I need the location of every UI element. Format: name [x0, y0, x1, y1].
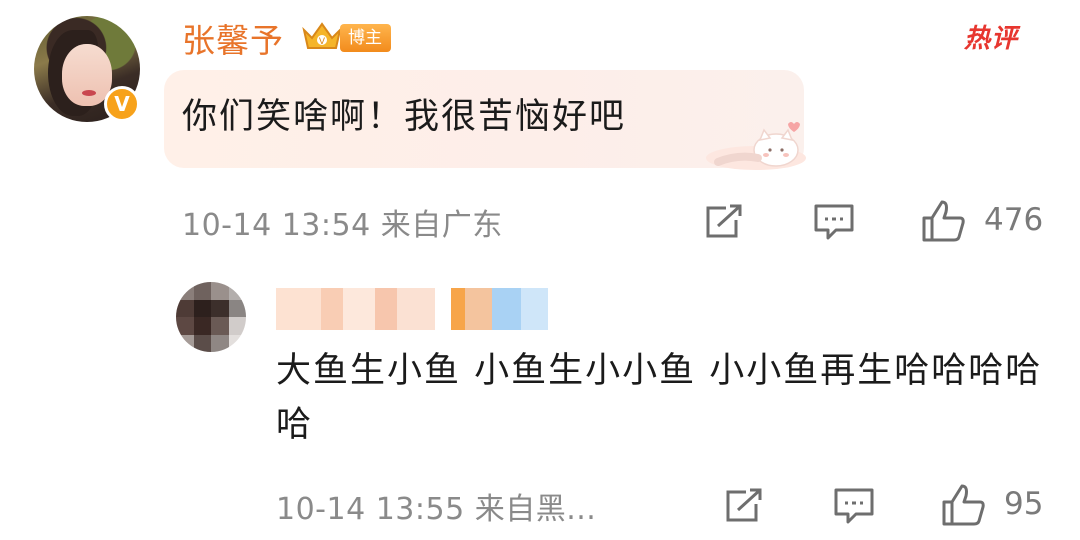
- comment-icon[interactable]: [832, 486, 876, 526]
- share-icon[interactable]: [702, 202, 746, 242]
- svg-text:V: V: [319, 37, 326, 47]
- reply-meta: 10-14 13:55 来自黑...: [276, 492, 597, 527]
- blurred-username: [276, 288, 548, 330]
- cat-sticker: [706, 122, 806, 170]
- like-icon[interactable]: [940, 482, 988, 528]
- comment-text: 你们笑啥啊！我很苦恼好吧: [182, 97, 627, 137]
- reply-avatar[interactable]: [176, 282, 246, 352]
- avatar-lips: [82, 90, 96, 96]
- comment-icon[interactable]: [812, 202, 856, 242]
- like-count: 476: [984, 202, 1044, 238]
- share-icon[interactable]: [722, 486, 766, 526]
- crown-icon: V: [302, 22, 342, 49]
- verified-badge-icon: V: [104, 86, 140, 122]
- reply-text: 大鱼生小鱼 小鱼生小小鱼 小小鱼再生哈哈哈哈哈: [276, 351, 1043, 445]
- comment-meta: 10-14 13:54 来自广东: [182, 208, 503, 243]
- like-count: 95: [1004, 486, 1044, 522]
- like-icon[interactable]: [920, 198, 968, 244]
- username[interactable]: 张馨予: [182, 14, 284, 62]
- hot-comment-label: 热评: [964, 24, 1019, 54]
- blogger-badge: 博主: [340, 24, 391, 52]
